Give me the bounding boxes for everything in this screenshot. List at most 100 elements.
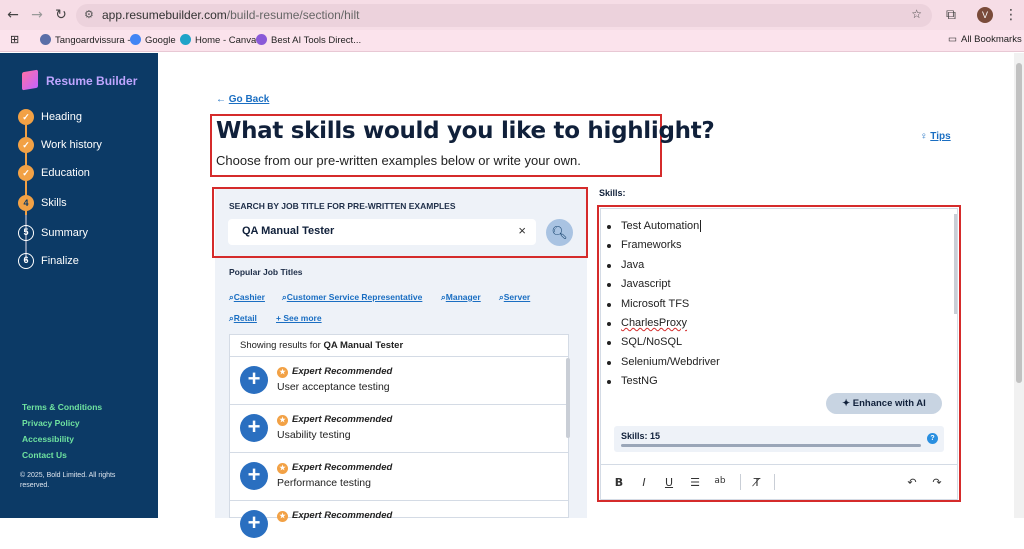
go-back-link[interactable]: ← Go Back: [216, 94, 269, 105]
all-bookmarks[interactable]: ▭ All Bookmarks: [948, 34, 1022, 45]
reload-icon[interactable]: ↻: [52, 6, 70, 24]
accessibility-link[interactable]: Accessibility: [22, 434, 74, 444]
skills-label: Skills:: [599, 188, 626, 198]
bookmarks-bar: ⊞ Tangoardvissura - Google Home - Canva …: [0, 30, 1024, 52]
back-arrow-icon[interactable]: ←: [4, 6, 22, 24]
popular-title-manager[interactable]: ⌕Manager: [441, 292, 481, 303]
brand[interactable]: Resume Builder: [22, 69, 137, 91]
url-path: /build-resume/section/hilt: [226, 8, 360, 22]
skill-item[interactable]: Test Automation: [607, 220, 702, 232]
contact-link[interactable]: Contact Us: [22, 450, 67, 460]
list-item[interactable]: + ★ Expert Recommended Performance testin…: [230, 454, 568, 501]
list-item[interactable]: + ★ Expert Recommended: [230, 502, 568, 549]
results-scrollbar[interactable]: [566, 358, 570, 438]
enhance-with-ai-button[interactable]: ✦ Enhance with AI: [826, 393, 942, 414]
step-skills[interactable]: 4 Skills: [18, 195, 67, 215]
canva-icon: [180, 34, 191, 45]
sparkle-icon: ✦: [842, 398, 853, 409]
search-value: QA Manual Tester: [242, 225, 335, 237]
bookmark-star-icon[interactable]: ☆: [911, 7, 922, 21]
page-subtitle: Choose from our pre-written examples bel…: [216, 153, 581, 168]
add-icon[interactable]: +: [240, 366, 268, 394]
add-icon[interactable]: +: [240, 462, 268, 490]
editor-toolbar: B I U ☰ ab T̸ ↶ ↷: [600, 464, 958, 500]
see-more-link[interactable]: + See more: [276, 313, 322, 323]
browser-toolbar: ← → ↻ ⚙ app.resumebuilder.com/build-resu…: [0, 0, 1024, 30]
step-heading[interactable]: ✓ Heading: [18, 109, 82, 129]
menu-dots-icon[interactable]: ⋮: [1002, 6, 1020, 24]
bold-icon[interactable]: B: [612, 476, 626, 489]
lightbulb-icon: ♀: [920, 131, 931, 142]
skill-item[interactable]: Javascript: [607, 278, 671, 290]
brand-logo-icon: [22, 69, 38, 91]
terms-link[interactable]: Terms & Conditions: [22, 402, 102, 412]
wordpress-icon: [40, 34, 51, 45]
star-icon: ★: [277, 415, 288, 426]
toolbar-divider: [774, 474, 775, 490]
spellcheck-icon[interactable]: ab: [713, 476, 727, 486]
address-bar[interactable]: ⚙ app.resumebuilder.com/build-resume/sec…: [76, 4, 932, 27]
skills-count: Skills: 15: [621, 431, 661, 441]
scroll-thumb[interactable]: [1016, 63, 1022, 383]
step-work-history[interactable]: ✓ Work history: [18, 137, 102, 157]
site-info-icon[interactable]: ⚙: [84, 8, 94, 21]
popular-titles-label: Popular Job Titles: [229, 267, 303, 277]
step-finalize[interactable]: 6 Finalize: [18, 253, 79, 273]
tips-link[interactable]: ♀ Tips: [920, 131, 951, 142]
popular-title-cashier[interactable]: ⌕Cashier: [229, 292, 265, 303]
undo-icon[interactable]: ↶: [905, 476, 919, 489]
skill-item[interactable]: Java: [607, 259, 644, 271]
forward-arrow-icon[interactable]: →: [28, 6, 46, 24]
skill-item[interactable]: TestNG: [607, 375, 658, 387]
bookmark-item[interactable]: Tangoardvissura -: [40, 34, 131, 46]
skills-count-box: Skills: 15: [614, 426, 944, 452]
redo-icon[interactable]: ↷: [930, 476, 944, 489]
search-icon: 🔍︎: [551, 225, 568, 240]
clear-format-icon[interactable]: T̸: [750, 476, 764, 489]
underline-icon[interactable]: U: [662, 476, 676, 489]
popular-title-csr[interactable]: ⌕Customer Service Representative: [282, 292, 422, 303]
results-list: Showing results for QA Manual Tester + ★…: [229, 334, 569, 538]
list-item[interactable]: + ★ Expert Recommended Usability testing: [230, 406, 568, 453]
copyright: © 2025, Bold Limited. All rights reserve…: [20, 472, 116, 489]
add-icon[interactable]: +: [240, 510, 268, 538]
skill-item[interactable]: CharlesProxy: [607, 317, 687, 329]
extensions-icon[interactable]: ⧉: [942, 6, 960, 24]
google-icon: [130, 34, 141, 45]
toolbar-divider: [740, 474, 741, 490]
job-title-search-input[interactable]: QA Manual Tester ×: [228, 219, 536, 245]
add-icon[interactable]: +: [240, 414, 268, 442]
page-scrollbar[interactable]: [1014, 53, 1024, 518]
star-icon: ★: [277, 463, 288, 474]
results-header: Showing results for QA Manual Tester: [230, 335, 568, 357]
bookmark-item[interactable]: Best AI Tools Direct...: [256, 34, 361, 46]
arrow-left-icon: ←: [216, 94, 229, 105]
search-label: SEARCH BY JOB TITLE FOR PRE-WRITTEN EXAM…: [229, 201, 456, 211]
skills-progress-bar: [621, 444, 921, 447]
apps-grid-icon[interactable]: ⊞: [10, 33, 19, 46]
bookmark-item[interactable]: Google: [130, 34, 176, 46]
bookmark-item[interactable]: Home - Canva: [180, 34, 256, 46]
skill-item[interactable]: Microsoft TFS: [607, 298, 689, 310]
privacy-link[interactable]: Privacy Policy: [22, 418, 80, 428]
star-icon: ★: [277, 511, 288, 522]
skill-item[interactable]: Frameworks: [607, 239, 682, 251]
help-icon[interactable]: ?: [927, 433, 938, 444]
search-button[interactable]: 🔍︎: [546, 219, 573, 246]
skill-item[interactable]: Selenium/Webdriver: [607, 356, 720, 368]
bullet-list-icon[interactable]: ☰: [688, 476, 702, 489]
folder-icon: ▭: [948, 34, 957, 45]
list-item[interactable]: + ★ Expert Recommended User acceptance te…: [230, 358, 568, 405]
star-icon: ★: [277, 367, 288, 378]
popular-title-server[interactable]: ⌕Server: [499, 292, 530, 303]
ai-tools-icon: [256, 34, 267, 45]
page-title: What skills would you like to highlight?: [216, 118, 715, 144]
clear-icon[interactable]: ×: [518, 223, 526, 238]
profile-avatar[interactable]: V: [977, 7, 993, 23]
editor-scrollbar[interactable]: [954, 214, 957, 314]
skill-item[interactable]: SQL/NoSQL: [607, 336, 682, 348]
italic-icon[interactable]: I: [637, 476, 651, 489]
step-education[interactable]: ✓ Education: [18, 165, 90, 185]
popular-title-retail[interactable]: ⌕Retail: [229, 313, 257, 324]
step-summary[interactable]: 5 Summary: [18, 225, 88, 245]
